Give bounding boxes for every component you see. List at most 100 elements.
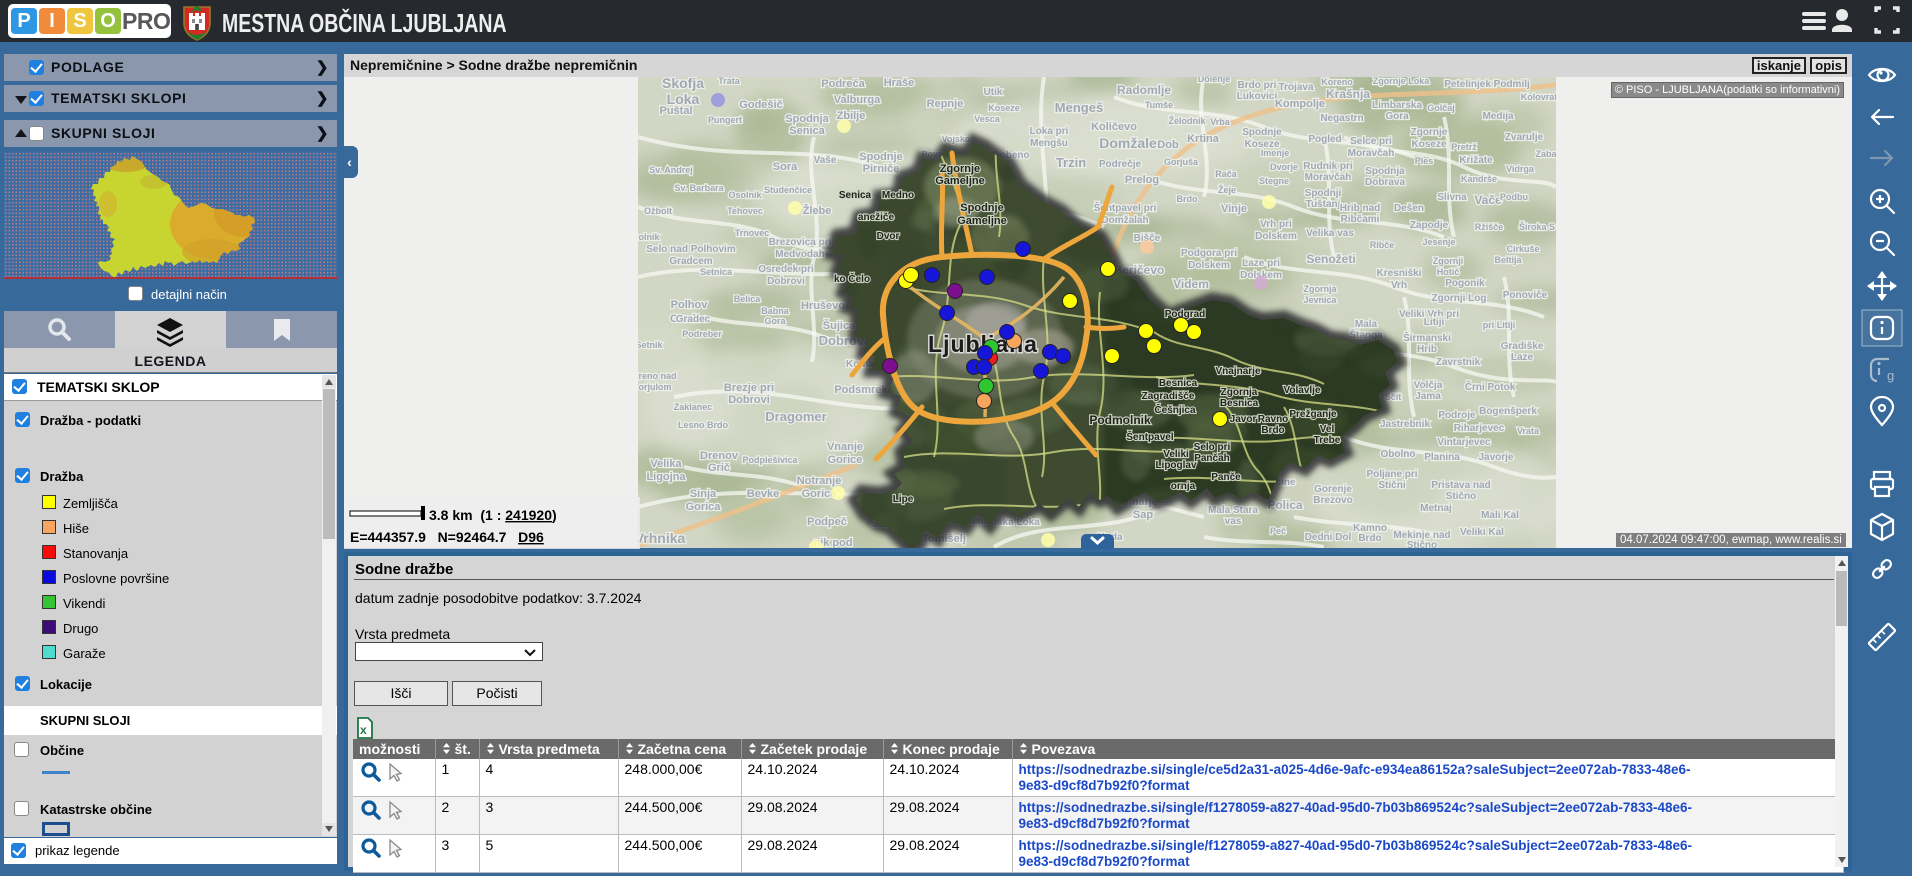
svg-text:Domžale: Domžale [1099,135,1157,151]
svg-text:Lipoglav: Lipoglav [1155,460,1197,471]
svg-text:Vidrga: Vidrga [1506,164,1535,174]
svg-text:Vel: Vel [1320,424,1335,435]
svg-text:Rudnik pri: Rudnik pri [1303,161,1353,172]
svg-text:Podroje: Podroje [1438,410,1476,421]
svg-text:Gora: Gora [764,316,786,326]
svg-text:Križate: Križate [1459,155,1493,166]
svg-text:orjulom: orjulom [639,382,672,392]
svg-text:Rača: Rača [1215,169,1238,179]
svg-text:Šentpavel: Šentpavel [1126,430,1173,443]
svg-text:Stično: Stično [1407,540,1438,548]
svg-text:Zgornji Log: Zgornji Log [1432,293,1487,304]
svg-text:Zvarulje: Zvarulje [1505,132,1544,143]
svg-text:vreno nad: vreno nad [633,371,676,381]
svg-text:Stični: Stični [1378,480,1405,491]
svg-text:Polhov: Polhov [671,299,709,311]
svg-text:Zgornja: Zgornja [1221,387,1258,398]
svg-text:Brezje pri: Brezje pri [724,382,774,394]
svg-text:Setnik: Setnik [635,340,663,350]
svg-text:Ponoviče: Ponoviče [1503,290,1548,301]
svg-text:Gameljne: Gameljne [935,175,985,187]
svg-text:Laze: Laze [1511,352,1534,363]
svg-text:Beltija: Beltija [1494,255,1522,265]
svg-text:Panče: Panče [1211,472,1241,483]
svg-text:Mali Kal: Mali Kal [1481,510,1519,521]
svg-text:Peč: Peč [1270,526,1286,536]
svg-text:Prelog: Prelog [1125,174,1159,186]
svg-text:Lukovici: Lukovici [1237,91,1278,102]
svg-text:Pogonik: Pogonik [1445,278,1485,289]
svg-text:Laze pri: Laze pri [1242,258,1280,269]
svg-text:Poljane pri: Poljane pri [1366,469,1417,480]
svg-text:Domžalah: Domžalah [1101,215,1148,226]
svg-text:Vintarjevec: Vintarjevec [1437,437,1491,448]
svg-text:Podrečje: Podrečje [1099,159,1142,170]
svg-text:Zgornja: Zgornja [1304,284,1338,294]
svg-text:Stegne: Stegne [1259,176,1289,186]
svg-text:Grič: Grič [708,462,730,474]
svg-text:Vesca: Vesca [974,114,1001,124]
svg-text:Širmanski: Širmanski [1403,331,1451,344]
svg-text:Tehovec: Tehovec [727,206,763,216]
svg-text:Senica: Senica [839,190,872,201]
svg-text:Medno: Medno [882,190,914,201]
svg-text:Zapodje: Zapodje [1410,220,1449,231]
svg-text:Koreno: Koreno [1321,77,1353,87]
svg-text:Koseze: Koseze [1411,139,1446,150]
svg-text:Ržišče: Ržišče [1475,222,1504,232]
svg-text:Prežganje: Prežganje [1289,409,1337,420]
svg-text:Brdo: Brdo [1177,194,1198,204]
svg-text:Gradcem: Gradcem [669,256,712,267]
svg-text:Vrata: Vrata [1517,426,1540,436]
svg-text:Sinja: Sinja [690,488,717,500]
svg-text:Besnica: Besnica [1159,378,1198,389]
svg-text:Zagradišče: Zagradišče [1142,391,1195,402]
svg-text:Sora: Sora [773,161,798,173]
svg-text:Lesno Brdo: Lesno Brdo [678,420,729,430]
svg-text:Imenje: Imenje [1261,148,1290,158]
svg-text:Hrib: Hrib [1417,344,1437,355]
svg-text:Trebe: Trebe [1314,435,1341,446]
svg-text:Pristava nad: Pristava nad [1431,480,1490,491]
svg-text:Dolskem: Dolskem [1255,231,1297,242]
svg-text:Besnica: Besnica [1220,398,1259,409]
svg-text:Bogenšperk: Bogenšperk [1479,406,1537,417]
svg-text:Ravno: Ravno [1258,414,1289,425]
svg-text:Koseze: Koseze [988,103,1020,113]
svg-text:Spodnja: Spodnja [1365,166,1405,177]
svg-text:Dešen: Dešen [1394,203,1424,214]
svg-text:Puštal: Puštal [659,105,692,117]
svg-text:Dedni Dol: Dedni Dol [1305,532,1352,543]
svg-text:Kolovrat: Kolovrat [1521,92,1558,102]
svg-text:Podreber: Podreber [682,329,722,339]
svg-text:Selce pri: Selce pri [1350,136,1392,147]
svg-text:Volavlje: Volavlje [1283,385,1320,396]
svg-text:Notranje: Notranje [797,475,842,487]
svg-text:Vače: Vače [1474,193,1502,207]
svg-text:Mala Stara: Mala Stara [1208,505,1258,516]
svg-text:Setnica: Setnica [700,267,733,277]
svg-text:Pirniče: Pirniče [863,163,900,175]
svg-text:Veliki Kal: Veliki Kal [1460,527,1504,538]
svg-text:Spodnje: Spodnje [859,151,902,163]
svg-text:Drenov: Drenov [700,450,739,462]
svg-text:Selo nad Polhovim: Selo nad Polhovim [646,244,736,255]
svg-text:Češnjica: Češnjica [1154,403,1196,416]
svg-text:Trojava: Trojava [1278,82,1313,93]
svg-text:Jesenje: Jesenje [1422,237,1455,247]
svg-text:Vrh pri: Vrh pri [1260,219,1292,230]
svg-text:Godešič: Godešič [739,99,782,111]
svg-text:Obolno: Obolno [1381,449,1416,460]
svg-text:Velika vas: Velika vas [1306,228,1354,239]
svg-text:Riharjevec: Riharjevec [1454,423,1505,434]
svg-text:Medvodah: Medvodah [775,249,824,260]
svg-text:ornja: ornja [1171,481,1196,492]
svg-text:Spodnje: Spodnje [1242,127,1282,138]
svg-text:Dolskem: Dolskem [1188,260,1230,271]
svg-text:Sap: Sap [1133,509,1153,521]
svg-text:Ribčami: Ribčami [1341,214,1380,225]
svg-text:Dragomer: Dragomer [765,409,826,424]
svg-text:x: x [360,723,367,737]
svg-text:Zaklanec: Zaklanec [674,402,713,412]
svg-text:Hraše: Hraše [884,77,915,89]
